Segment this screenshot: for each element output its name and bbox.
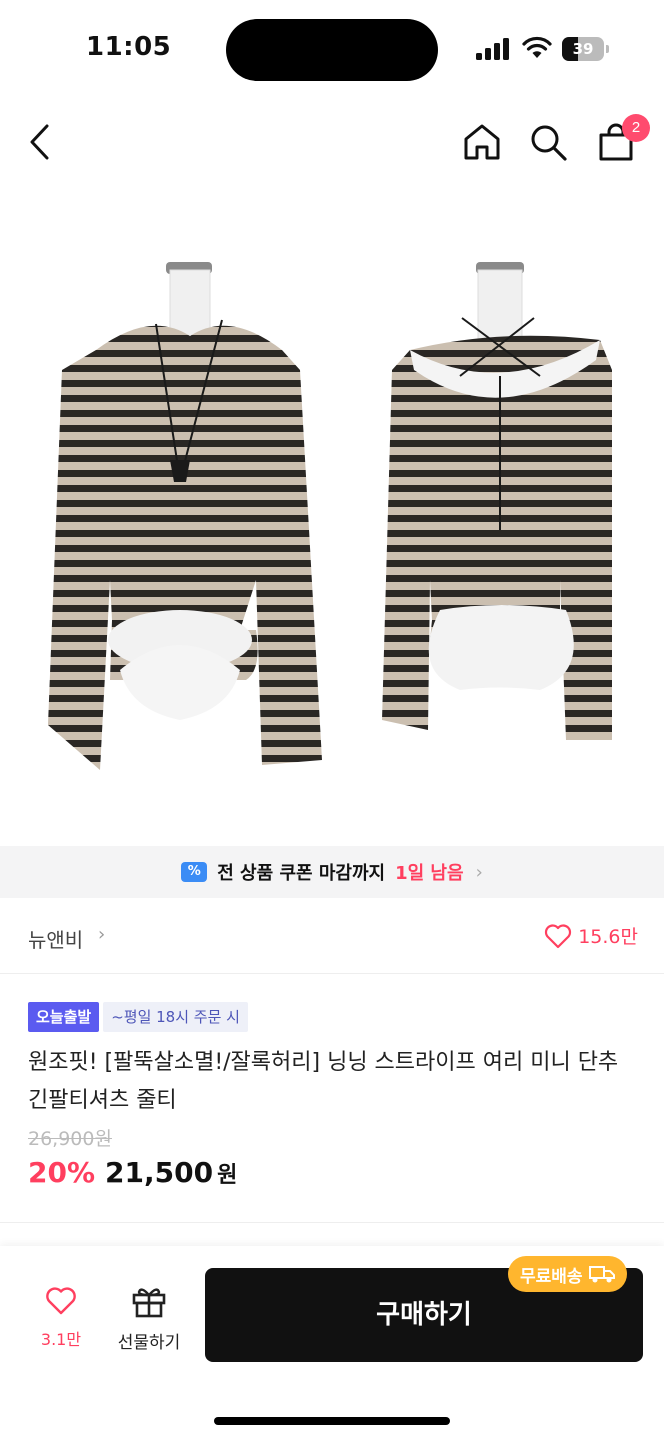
shipping-badges: 오늘출발 ~평일 18시 주문 시 xyxy=(28,1002,248,1032)
dynamic-island xyxy=(226,19,438,81)
truck-icon xyxy=(588,1266,615,1283)
brand-like-count: 15.6만 xyxy=(578,926,638,948)
price-row: 20% 21,500 원 xyxy=(28,1156,237,1189)
product-image xyxy=(48,262,612,770)
today-ship-badge: 오늘출발 xyxy=(28,1002,100,1032)
home-indicator xyxy=(214,1417,450,1425)
free-shipping-badge: 무료배송 xyxy=(508,1256,627,1292)
signal-icon xyxy=(476,38,509,60)
coupon-remaining: 1일 남음 xyxy=(395,863,464,884)
bottom-action-bar: 3.1만 선물하기 구매하기 무료배송 xyxy=(0,1246,664,1440)
battery-percent: 39 xyxy=(572,40,594,58)
chevron-left-icon xyxy=(30,124,49,160)
coupon-icon-text: % xyxy=(187,864,201,879)
coupon-banner[interactable]: % 전 상품 쿠폰 마감까지 1일 남음 › xyxy=(0,846,664,898)
divider xyxy=(0,1222,664,1223)
cart-count-badge: 2 xyxy=(622,114,650,142)
product-image-gallery[interactable] xyxy=(0,200,664,840)
brand-row: 뉴앤비 › 15.6만 xyxy=(0,898,664,974)
coupon-icon: % xyxy=(181,862,208,882)
coupon-text: 전 상품 쿠폰 마감까지 xyxy=(217,863,386,884)
gift-label: 선물하기 xyxy=(117,1333,181,1353)
home-button[interactable] xyxy=(456,116,508,168)
status-bar: 11:05 39 xyxy=(0,0,664,100)
brand-name-link[interactable]: 뉴앤비 xyxy=(28,924,83,953)
price-unit: 원 xyxy=(217,1163,238,1188)
battery-icon: 39 xyxy=(562,37,610,61)
like-count: 3.1만 xyxy=(40,1330,82,1349)
original-price: 26,900원 xyxy=(28,1128,112,1150)
wifi-icon xyxy=(522,36,552,58)
gift-button[interactable]: 선물하기 xyxy=(112,1284,186,1356)
sale-price: 21,500 xyxy=(105,1156,214,1189)
chevron-right-icon: › xyxy=(98,924,106,945)
status-time: 11:05 xyxy=(86,32,172,62)
search-button[interactable] xyxy=(522,116,574,168)
front-mannequin xyxy=(48,262,322,770)
chevron-right-icon: › xyxy=(475,861,483,883)
brand-like-button[interactable]: 15.6만 xyxy=(544,922,638,949)
home-icon xyxy=(464,124,500,160)
free-shipping-label: 무료배송 xyxy=(520,1266,583,1287)
top-nav-bar xyxy=(0,100,664,184)
product-title: 원조핏! [팔뚝살소멸!/잘록허리] 닝닝 스트라이프 여리 미니 단추 긴팔티… xyxy=(28,1050,619,1113)
back-mannequin xyxy=(382,262,612,740)
heart-icon xyxy=(46,1287,76,1315)
heart-icon xyxy=(545,923,572,948)
like-button[interactable]: 3.1만 xyxy=(30,1286,92,1356)
back-button[interactable] xyxy=(14,116,66,168)
ship-time-badge: ~평일 18시 주문 시 xyxy=(103,1002,248,1032)
gift-icon xyxy=(132,1288,166,1318)
search-icon xyxy=(531,125,567,161)
discount-rate: 20% xyxy=(28,1156,96,1189)
